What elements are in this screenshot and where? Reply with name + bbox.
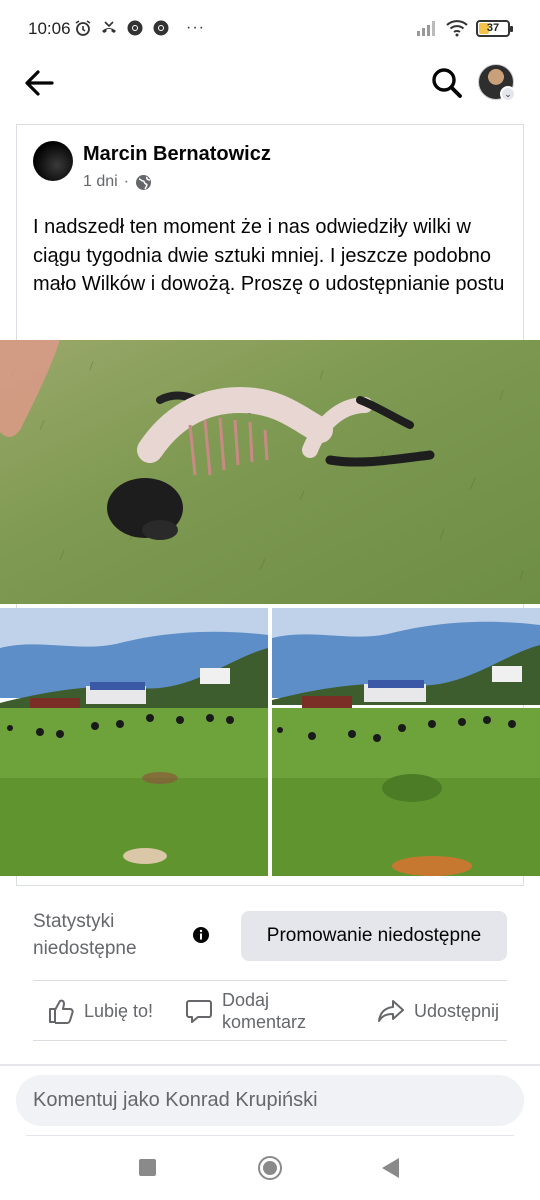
divider [26,1135,514,1136]
battery-percent: 37 [486,21,500,34]
notification-icons: ··· [74,19,205,37]
comment-label-line1: Dodaj [222,990,270,1010]
share-arrow-icon [378,1000,404,1022]
promote-unavailable-button[interactable]: Promowanie niedostępne [241,911,507,961]
post-meta: 1 dni · [83,173,152,191]
comment-bubble-icon [186,1000,212,1023]
status-bar: 10:06 ··· 37 [0,0,540,58]
battery-icon: 37 [476,19,513,37]
home-icon[interactable] [258,1156,282,1180]
globe-icon [136,174,152,190]
info-icon[interactable] [192,926,210,944]
thumbs-up-icon [49,999,74,1024]
author-name[interactable]: Marcin Bernatowicz [83,143,271,166]
like-label: Lubię to! [84,1000,154,1021]
author-avatar[interactable] [33,141,73,181]
post-text: I nadszedł ten moment że i nas odwiedził… [33,216,505,295]
comment-label: Dodaj komentarz [222,989,306,1033]
post-photo-pasture-left[interactable] [0,608,268,876]
divider [33,1040,507,1041]
post-photo-main[interactable] [0,340,540,604]
share-button[interactable]: Udostępnij [376,986,499,1036]
chrome-icon [127,20,143,36]
divider [33,980,507,981]
wifi-icon [446,20,468,37]
chevron-down-icon[interactable]: ⌄ [500,86,516,102]
share-label: Udostępnij [414,1000,500,1021]
chrome-icon [153,20,169,36]
like-button[interactable]: Lubię to! [46,986,153,1036]
missed-call-icon [102,21,116,33]
system-icons: 37 [416,19,513,37]
pasture-photo [272,608,540,876]
back-triangle-icon[interactable] [382,1158,399,1178]
pasture-photo [0,608,268,876]
post-photo-pasture-right[interactable] [272,608,540,876]
status-time: 10:06 [28,19,71,38]
alarm-icon [75,20,91,36]
signal-icon [417,21,435,36]
comment-button[interactable]: Dodaj komentarz [184,986,306,1036]
recent-apps-icon[interactable] [139,1159,156,1176]
more-notifications-icon: ··· [186,19,205,36]
meta-separator: · [123,173,130,190]
system-navigation-bar [0,1140,540,1200]
search-icon[interactable] [430,66,464,100]
comment-input[interactable]: Komentuj jako Konrad Krupiński [16,1075,524,1126]
back-arrow-icon[interactable] [22,67,56,99]
section-separator [0,1064,540,1066]
insights-unavailable-label: Statystyki niedostępne [33,911,137,959]
carcass-on-grass-photo [0,340,540,604]
post-age[interactable]: 1 dni [83,173,118,191]
comment-label-line2: komentarz [222,1012,307,1032]
top-app-bar: ⌄ [0,58,540,108]
